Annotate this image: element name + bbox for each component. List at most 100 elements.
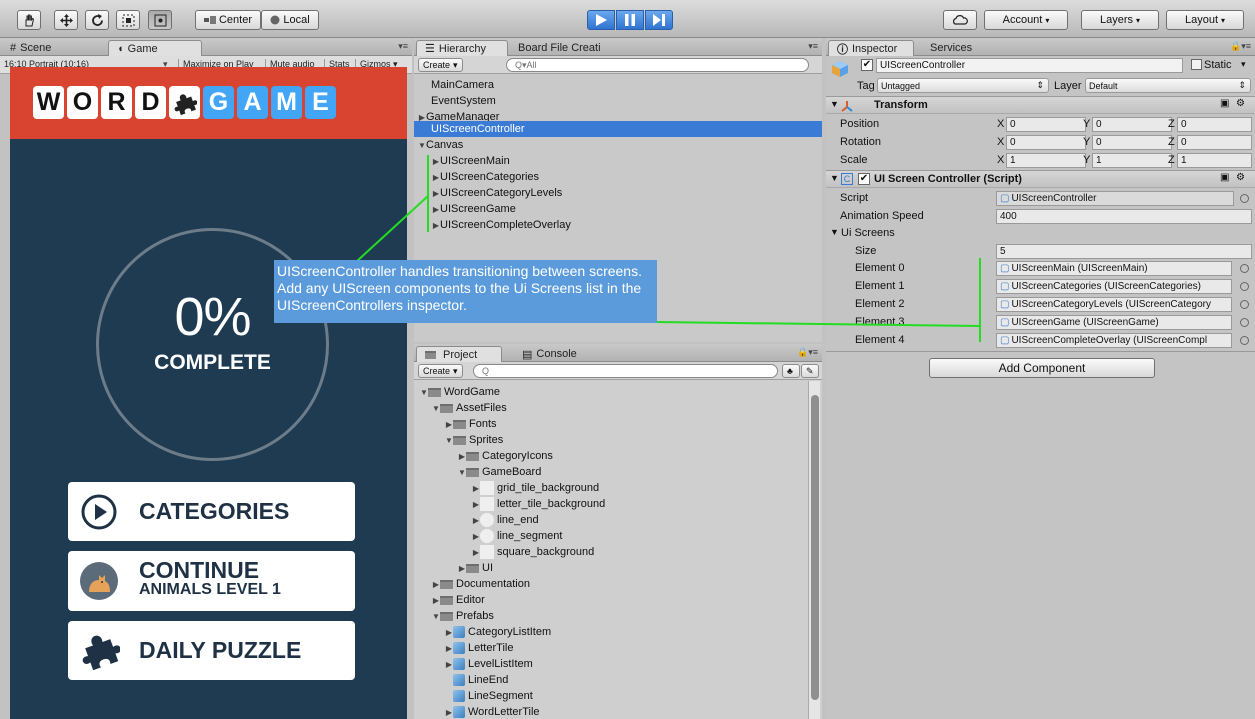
hierarchy-item[interactable]: ▶ UIScreenCategories xyxy=(432,169,539,185)
object-name-field[interactable]: UIScreenController xyxy=(876,58,1183,73)
project-item[interactable]: ▼ GameBoard xyxy=(458,464,541,480)
object-picker-icon[interactable] xyxy=(1240,282,1249,291)
expand-arrow-icon[interactable]: ▶ xyxy=(432,580,440,589)
project-item[interactable]: ▼ Sprites xyxy=(445,432,503,448)
tab-hierarchy[interactable]: ☰ Hierarchy xyxy=(416,40,508,56)
daily-puzzle-button[interactable]: DAILY PUZZLE xyxy=(68,621,355,680)
hierarchy-item[interactable]: ▶ UIScreenMain xyxy=(432,153,510,169)
categories-button[interactable]: CATEGORIES xyxy=(68,482,355,541)
element-2-field[interactable]: ▢ UIScreenCategoryLevels (UIScreenCategor… xyxy=(996,297,1232,312)
expand-arrow-icon[interactable]: ▶ xyxy=(445,644,453,653)
object-picker-icon[interactable] xyxy=(1240,336,1249,345)
project-search-input[interactable]: Q xyxy=(473,364,778,378)
expand-arrow-icon[interactable]: ▶ xyxy=(458,564,466,573)
project-item[interactable]: ▶ WordLetterTile xyxy=(445,704,540,719)
animation-speed-field[interactable]: 400 xyxy=(996,209,1252,224)
expand-arrow-icon[interactable]: ▶ xyxy=(432,205,440,214)
element-4-field[interactable]: ▢ UIScreenCompleteOverlay (UIScreenCompl xyxy=(996,333,1232,348)
script-component-header[interactable]: ▼ C ✔ UI Screen Controller (Script) ▣ ⚙ xyxy=(826,170,1255,188)
element-3-field[interactable]: ▢ UIScreenGame (UIScreenGame) xyxy=(996,315,1232,330)
position-z-field[interactable]: 0 xyxy=(1177,117,1252,132)
component-enabled-checkbox[interactable]: ✔ xyxy=(858,173,870,185)
play-button[interactable] xyxy=(587,10,615,30)
project-item[interactable]: ▶ line_end xyxy=(472,512,539,528)
hierarchy-item[interactable]: ▶ UIScreenCategoryLevels xyxy=(432,185,562,201)
object-picker-icon[interactable] xyxy=(1240,318,1249,327)
project-item[interactable]: ▶ letter_tile_background xyxy=(472,496,605,512)
active-checkbox[interactable]: ✔ xyxy=(861,59,873,71)
project-item[interactable]: ▶ UI xyxy=(458,560,493,576)
project-item[interactable]: ▶ Editor xyxy=(432,592,485,608)
tag-dropdown[interactable]: Untagged ⇕ xyxy=(877,78,1049,93)
step-button[interactable] xyxy=(645,10,673,30)
panel-menu-icon[interactable]: ▾≡ xyxy=(808,41,818,52)
chevron-down-icon[interactable]: ▾ xyxy=(1241,59,1246,70)
project-scrollbar-thumb[interactable] xyxy=(811,395,819,700)
project-item[interactable]: ▶ square_background xyxy=(472,544,594,560)
filter-label-button[interactable]: ✎ xyxy=(801,364,819,378)
script-field[interactable]: ▢ UIScreenController xyxy=(996,191,1234,206)
rotate-tool-button[interactable] xyxy=(85,10,109,30)
transform-header[interactable]: ▼ Transform ▣ ⚙ xyxy=(826,96,1255,114)
hand-tool-button[interactable] xyxy=(17,10,41,30)
element-1-field[interactable]: ▢ UIScreenCategories (UIScreenCategories) xyxy=(996,279,1232,294)
expand-arrow-icon[interactable]: ▶ xyxy=(445,660,453,669)
expand-arrow-icon[interactable]: ▶ xyxy=(445,628,453,637)
expand-arrow-icon[interactable]: ▶ xyxy=(445,420,453,429)
expand-arrow-icon[interactable]: ▶ xyxy=(472,500,480,509)
filter-type-button[interactable]: ♣ xyxy=(782,364,800,378)
lock-menu-icon[interactable]: 🔒▾≡ xyxy=(797,347,818,358)
expand-arrow-icon[interactable]: ▶ xyxy=(432,596,440,605)
project-item[interactable]: ▶ line_segment xyxy=(472,528,562,544)
project-item[interactable]: ▶ LetterTile xyxy=(445,640,513,656)
add-component-button[interactable]: Add Component xyxy=(929,358,1155,378)
project-item[interactable]: ▼ Prefabs xyxy=(432,608,494,624)
project-item[interactable]: ▶ grid_tile_background xyxy=(472,480,599,496)
expand-arrow-icon[interactable]: ▶ xyxy=(458,452,466,461)
collapse-arrow-icon[interactable]: ▼ xyxy=(418,141,426,150)
expand-arrow-icon[interactable]: ▶ xyxy=(472,516,480,525)
hierarchy-item[interactable]: EventSystem xyxy=(431,93,496,109)
project-item[interactable]: ▶ CategoryListItem xyxy=(445,624,551,640)
tab-scene[interactable]: # Scene xyxy=(2,40,59,56)
collapse-arrow-icon[interactable]: ▼ xyxy=(432,404,440,413)
expand-arrow-icon[interactable]: ▶ xyxy=(445,708,453,717)
expand-arrow-icon[interactable]: ▶ xyxy=(472,484,480,493)
collapse-arrow-icon[interactable]: ▼ xyxy=(445,436,453,445)
gear-icon[interactable]: ⚙ xyxy=(1236,172,1245,183)
project-create-dropdown[interactable]: Create ▾ xyxy=(418,364,463,378)
expand-arrow-icon[interactable]: ▶ xyxy=(432,157,440,166)
rotation-y-field[interactable]: 0 xyxy=(1092,135,1172,150)
collapse-arrow-icon[interactable]: ▼ xyxy=(830,227,839,237)
move-tool-button[interactable] xyxy=(54,10,78,30)
tab-inspector[interactable]: ⓘ Inspector xyxy=(828,40,914,56)
collapse-arrow-icon[interactable]: ▼ xyxy=(830,173,839,183)
rotation-x-field[interactable]: 0 xyxy=(1006,135,1086,150)
project-item[interactable]: ▶ CategoryIcons xyxy=(458,448,553,464)
project-item[interactable]: LineSegment xyxy=(453,688,533,704)
project-item[interactable]: ▼ WordGame xyxy=(420,384,500,400)
project-item[interactable]: ▼ AssetFiles xyxy=(432,400,507,416)
collapse-arrow-icon[interactable]: ▼ xyxy=(830,99,839,109)
static-checkbox[interactable] xyxy=(1191,59,1202,70)
layers-dropdown[interactable]: Layers ▾ xyxy=(1081,10,1159,30)
scale-x-field[interactable]: 1 xyxy=(1006,153,1086,168)
rotation-z-field[interactable]: 0 xyxy=(1177,135,1252,150)
hierarchy-item-selected[interactable]: UIScreenController xyxy=(414,121,822,137)
project-item[interactable]: ▶ Documentation xyxy=(432,576,530,592)
position-y-field[interactable]: 0 xyxy=(1092,117,1172,132)
element-0-field[interactable]: ▢ UIScreenMain (UIScreenMain) xyxy=(996,261,1232,276)
project-item[interactable]: ▶ Fonts xyxy=(445,416,497,432)
tab-console[interactable]: ▤ Console xyxy=(514,346,585,362)
collapse-arrow-icon[interactable]: ▼ xyxy=(420,388,428,397)
space-local-button[interactable]: Local xyxy=(261,10,319,30)
collapse-arrow-icon[interactable]: ▼ xyxy=(458,468,466,477)
expand-arrow-icon[interactable]: ▶ xyxy=(432,221,440,230)
collapse-arrow-icon[interactable]: ▼ xyxy=(432,612,440,621)
layer-dropdown[interactable]: Default ⇕ xyxy=(1085,78,1251,93)
position-x-field[interactable]: 0 xyxy=(1006,117,1086,132)
tab-board-file-creator[interactable]: Board File Creati xyxy=(510,40,609,56)
size-field[interactable]: 5 xyxy=(996,244,1252,259)
panel-menu-icon[interactable]: ▾≡ xyxy=(398,41,408,52)
scale-z-field[interactable]: 1 xyxy=(1177,153,1252,168)
